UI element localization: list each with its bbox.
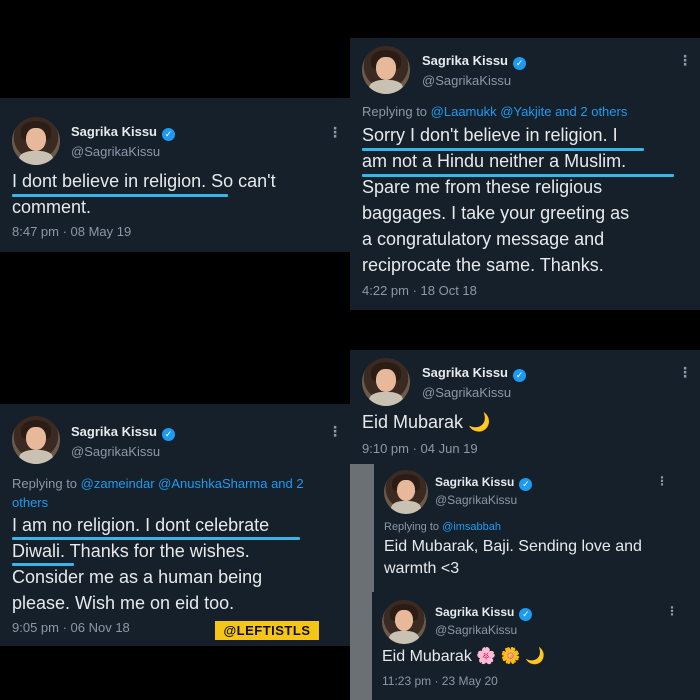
verified-badge-icon: ✓ — [519, 478, 533, 491]
crescent-moon-icon: 🌙 — [525, 648, 545, 665]
tweet-text: Eid Mubarak, Baji. Sending love and warm… — [384, 536, 679, 580]
avatar[interactable] — [12, 117, 60, 165]
tweet-text-line: I dont believe in religion. So can't — [12, 171, 276, 191]
tweet-text-line: Eid Mubarak — [382, 648, 472, 665]
display-name[interactable]: Sagrika Kissu ✓ — [71, 124, 175, 141]
verified-badge-icon: ✓ — [513, 57, 526, 70]
tweet-text-line: Eid Mubarak, Baji. Sending love and — [384, 538, 642, 555]
highlight-underline — [12, 563, 74, 566]
tweet-timestamp[interactable]: 11:23 pm · 23 May 20 — [382, 674, 498, 688]
user-handle[interactable]: @SagrikaKissu — [422, 385, 511, 400]
verified-badge-icon: ✓ — [519, 608, 533, 621]
blossom-icon: 🌼 — [500, 648, 521, 665]
tweet-text-line: reciprocate the same. Thanks. — [362, 255, 604, 275]
reply-mentions-link[interactable]: @Laamukk @Yakjite and 2 others — [431, 104, 628, 119]
tweet-text-line: Diwali. Thanks for the wishes. — [12, 541, 250, 561]
tweet-card-6[interactable]: Sagrika Kissu ✓ @SagrikaKissu ⋮ Eid Mubar… — [372, 592, 686, 700]
highlight-underline — [12, 194, 228, 197]
tweet-text-line: baggages. I take your greeting as — [362, 203, 630, 223]
replying-to-label: Replying to — [12, 476, 81, 491]
reply-mentions-link[interactable]: @imsabbah — [442, 521, 501, 533]
replying-to: Replying to @zameindar @AnushkaSharma an… — [12, 474, 332, 512]
more-options-icon[interactable]: ⋮ — [328, 424, 342, 438]
more-options-icon[interactable]: ⋮ — [678, 53, 692, 67]
reply-mentions-link[interactable]: others — [12, 493, 332, 512]
reply-mentions-link[interactable]: @zameindar @AnushkaSharma and 2 — [81, 476, 304, 491]
tweet-text-line: I am no religion. I dont celebrate — [12, 515, 270, 535]
display-name[interactable]: Sagrika Kissu ✓ — [71, 424, 175, 441]
user-handle[interactable]: @SagrikaKissu — [422, 73, 511, 88]
avatar[interactable] — [384, 470, 428, 514]
tweet-timestamp[interactable]: 9:05 pm · 06 Nov 18 — [12, 620, 130, 635]
tweet-card-1[interactable]: Sagrika Kissu ✓ @SagrikaKissu ⋮ I dont be… — [0, 98, 350, 252]
more-options-icon[interactable]: ⋮ — [328, 125, 342, 139]
display-name[interactable]: Sagrika Kissu ✓ — [422, 53, 526, 70]
replying-to: Replying to @imsabbah — [384, 518, 501, 537]
verified-badge-icon: ✓ — [513, 369, 526, 382]
replying-to-label: Replying to — [362, 104, 431, 119]
avatar[interactable] — [12, 416, 60, 464]
tweet-text-line: warmth <3 — [384, 560, 460, 577]
tweet-text-line: please. Wish me on eid too. — [12, 593, 235, 613]
more-options-icon[interactable]: ⋮ — [656, 475, 668, 487]
tweet-card-3[interactable]: Sagrika Kissu ✓ @SagrikaKissu ⋮ Replying … — [0, 404, 350, 646]
tweet-text: Eid Mubarak 🌙 — [362, 409, 491, 435]
replying-to: Replying to @Laamukk @Yakjite and 2 othe… — [362, 102, 627, 121]
tweet-timestamp[interactable]: 4:22 pm · 18 Oct 18 — [362, 283, 477, 298]
display-name[interactable]: Sagrika Kissu ✓ — [435, 605, 533, 621]
more-options-icon[interactable]: ⋮ — [678, 365, 692, 379]
crescent-moon-icon: 🌙 — [468, 412, 491, 432]
user-handle[interactable]: @SagrikaKissu — [435, 493, 517, 507]
thread-backdrop — [350, 464, 374, 700]
verified-badge-icon: ✓ — [162, 128, 175, 141]
verified-badge-icon: ✓ — [162, 428, 175, 441]
tweet-text-line: a congratulatory message and — [362, 229, 605, 249]
tweet-text-line: Spare me from these religious — [362, 177, 603, 197]
tweet-timestamp[interactable]: 8:47 pm · 08 May 19 — [12, 224, 131, 239]
display-name[interactable]: Sagrika Kissu ✓ — [435, 475, 533, 491]
highlight-underline — [362, 148, 644, 151]
tweet-text: Sorry I don't believe in religion. I am … — [362, 122, 696, 278]
replying-to-label: Replying to — [384, 521, 443, 533]
tweet-timestamp[interactable]: 9:10 pm · 04 Jun 19 — [362, 441, 478, 456]
tweet-card-2[interactable]: Sagrika Kissu ✓ @SagrikaKissu ⋮ Replying … — [350, 38, 700, 310]
highlight-underline — [12, 537, 300, 540]
tweet-text-line: Sorry I don't believe in religion. I — [362, 125, 618, 145]
avatar[interactable] — [362, 46, 410, 94]
cherry-blossom-icon: 🌸 — [476, 648, 497, 665]
tweet-text-line: Consider me as a human being — [12, 567, 263, 587]
avatar[interactable] — [382, 600, 426, 644]
tweet-text-line: am not a Hindu neither a Muslim. — [362, 151, 627, 171]
more-options-icon[interactable]: ⋮ — [666, 605, 678, 617]
display-name[interactable]: Sagrika Kissu ✓ — [422, 365, 526, 382]
highlight-underline — [362, 174, 674, 177]
avatar[interactable] — [362, 358, 410, 406]
user-handle[interactable]: @SagrikaKissu — [71, 144, 160, 159]
tweet-text-line: comment. — [12, 197, 92, 217]
tweet-text-line: Eid Mubarak — [362, 412, 464, 432]
tweet-text: Eid Mubarak 🌸 🌼 🌙 — [382, 646, 545, 668]
user-handle[interactable]: @SagrikaKissu — [71, 444, 160, 459]
user-handle[interactable]: @SagrikaKissu — [435, 623, 517, 637]
watermark-logo: @LEFTISTLS — [215, 621, 319, 640]
tweet-card-5[interactable]: Sagrika Kissu ✓ @SagrikaKissu ⋮ Replying … — [374, 464, 684, 588]
